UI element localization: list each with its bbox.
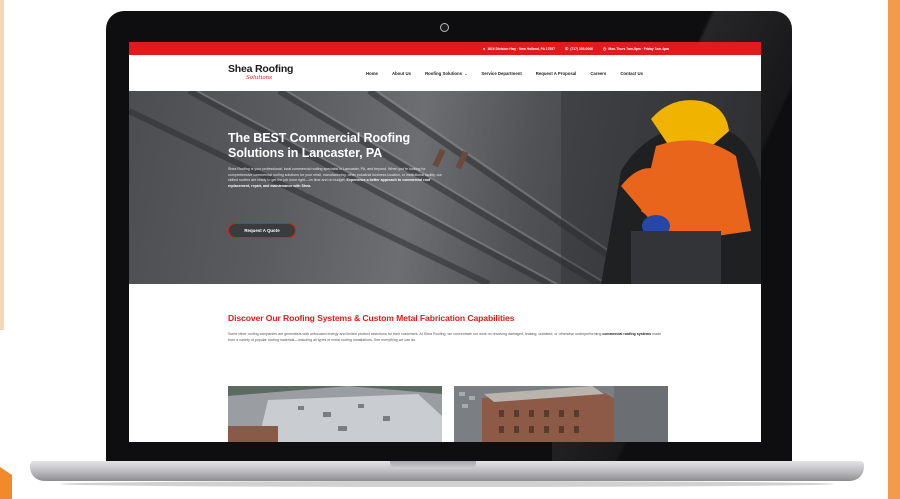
discover-section: Discover Our Roofing Systems & Custom Me…: [129, 313, 761, 344]
logo-tagline: Solutions: [246, 75, 273, 81]
phone-text: (717) 355-0066: [570, 46, 593, 51]
nav-home[interactable]: Home: [366, 71, 378, 76]
orange-corner-accent: [0, 467, 12, 499]
nav-roofing-solutions-label: Roofing Solutions: [425, 70, 463, 76]
phone-info[interactable]: ✆ (717) 355-0066: [564, 45, 593, 51]
laptop-screen: ● 1616 Division Hwy · New Holland, PA 17…: [129, 42, 761, 442]
orange-frame-left: [0, 0, 4, 330]
address-text: 1616 Division Hwy · New Holland, PA 1755…: [487, 46, 555, 51]
nav-roofing-solutions[interactable]: Roofing Solutions ⌄: [425, 71, 467, 76]
roofer-worker-photo: [561, 91, 761, 284]
laptop-shadow: [60, 481, 834, 487]
nav-about-us[interactable]: About Us: [392, 71, 411, 76]
commercial-roofing-link[interactable]: commercial roofing systems: [602, 332, 651, 336]
orange-frame-right: [888, 0, 900, 499]
nav-request-proposal[interactable]: Request A Proposal: [536, 71, 577, 76]
hero-title: The BEST Commercial Roofing Solutions in…: [228, 131, 411, 160]
hero-banner: The BEST Commercial Roofing Solutions in…: [129, 91, 761, 284]
discover-description: Some other roofing companies are general…: [228, 332, 665, 344]
hours-text: Mon-Thurs 7am-5pm · Friday 7am-4pm: [608, 46, 669, 51]
phone-icon: ✆: [564, 45, 569, 51]
nav-contact-us[interactable]: Contact Us: [620, 71, 643, 76]
hero-description: Shea Roofing is your professional, local…: [228, 167, 444, 189]
nav-service-department[interactable]: Service Department: [481, 71, 521, 76]
top-info-bar: ● 1616 Division Hwy · New Holland, PA 17…: [129, 42, 761, 55]
clock-icon: ◷: [602, 45, 607, 51]
webcam-icon: [440, 23, 449, 32]
chevron-down-icon: ⌄: [464, 70, 468, 76]
map-pin-icon: ●: [482, 45, 486, 51]
discover-text-start: Some other roofing companies are general…: [228, 332, 602, 336]
flat-roof-aerial-photo[interactable]: [228, 386, 442, 442]
discover-title: Discover Our Roofing Systems & Custom Me…: [228, 313, 515, 323]
hero-content: The BEST Commercial Roofing Solutions in…: [228, 131, 444, 189]
laptop-notch: [390, 461, 476, 469]
main-navbar: Shea Roofing Solutions Home About Us Roo…: [129, 55, 761, 91]
logo-name: Shea Roofing: [228, 63, 294, 75]
site-logo[interactable]: Shea Roofing Solutions: [228, 64, 300, 82]
nav-menu: Home About Us Roofing Solutions ⌄ Servic…: [366, 71, 643, 76]
brick-building-aerial-photo[interactable]: [454, 386, 668, 442]
hours-info: ◷ Mon-Thurs 7am-5pm · Friday 7am-4pm: [602, 45, 669, 51]
request-quote-button[interactable]: Request A Quote: [228, 223, 296, 238]
address-info[interactable]: ● 1616 Division Hwy · New Holland, PA 17…: [482, 45, 555, 51]
nav-careers[interactable]: Careers: [590, 71, 606, 76]
